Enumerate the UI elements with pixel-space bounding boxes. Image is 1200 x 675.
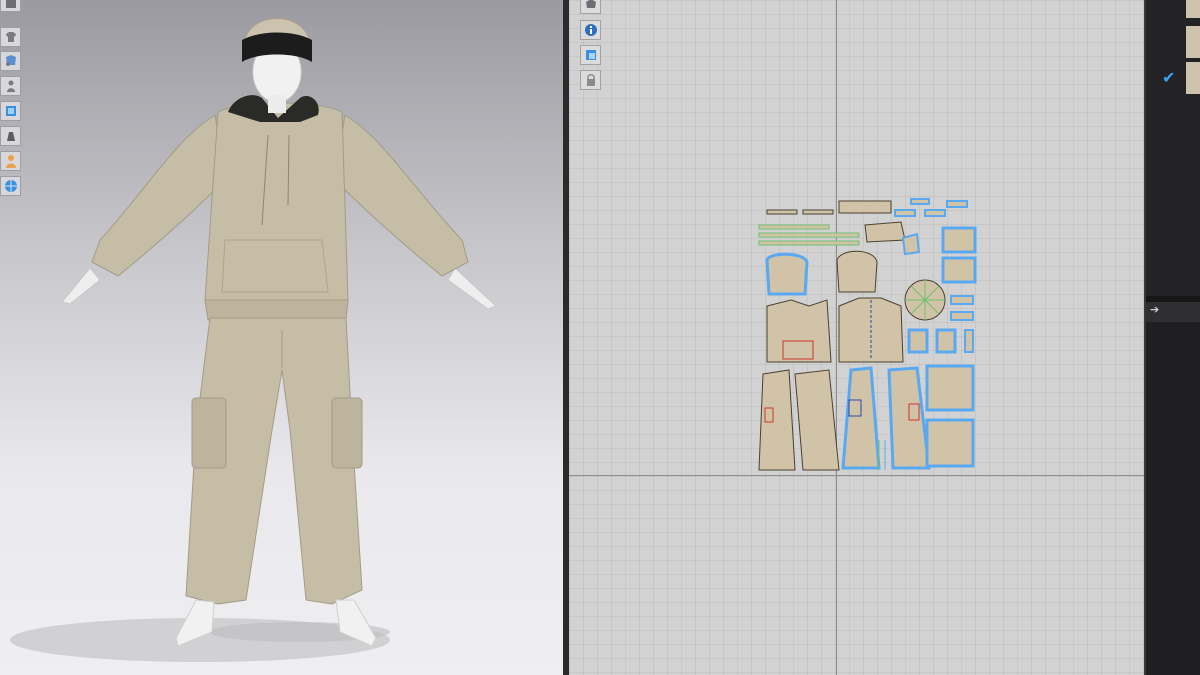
pattern-piece[interactable]	[841, 366, 881, 470]
left-hand	[61, 267, 101, 305]
pattern-piece[interactable]	[950, 295, 974, 305]
2d-pattern-window[interactable]	[569, 0, 1144, 675]
right-sleeve[interactable]	[334, 114, 469, 277]
pattern-piece[interactable]	[901, 232, 921, 256]
pattern-piece[interactable]	[758, 240, 860, 246]
check-icon[interactable]: ✔	[1162, 68, 1175, 87]
texture-display-icon[interactable]	[0, 101, 21, 121]
pattern-piece[interactable]	[758, 369, 796, 471]
pattern-piece[interactable]	[802, 209, 834, 215]
right-hand	[447, 267, 497, 310]
show-garment-icon[interactable]	[0, 27, 21, 47]
pattern-piece[interactable]	[758, 224, 830, 230]
pattern-display-icon[interactable]	[580, 45, 601, 65]
pattern-piece[interactable]	[925, 418, 975, 468]
avatar-display-icon[interactable]	[0, 0, 21, 12]
right-cargo-pocket	[331, 397, 363, 469]
pattern-layout	[758, 198, 977, 471]
fitting-suit-icon[interactable]	[0, 126, 21, 146]
fabric-swatch[interactable]	[1186, 0, 1200, 18]
pattern-piece[interactable]	[935, 328, 957, 354]
left-sleeve[interactable]	[91, 114, 226, 277]
environment-icon[interactable]	[0, 176, 21, 196]
pattern-piece[interactable]	[941, 226, 977, 254]
pattern-piece[interactable]	[925, 364, 975, 412]
object-browser-panel: ✔ ➔	[1144, 0, 1200, 675]
avatar-with-garment[interactable]	[0, 0, 563, 675]
fabric-swatch[interactable]	[1186, 62, 1200, 94]
pattern-piece[interactable]	[838, 200, 892, 214]
show-avatar-icon[interactable]	[0, 76, 21, 96]
pattern-piece[interactable]	[894, 209, 916, 217]
pattern-piece[interactable]	[907, 328, 929, 354]
pattern-piece[interactable]	[794, 369, 840, 471]
pattern-piece[interactable]	[941, 256, 977, 284]
pattern-piece[interactable]	[765, 252, 809, 296]
fabric-swatch[interactable]	[1186, 26, 1200, 58]
show-pattern-icon[interactable]	[0, 51, 21, 71]
info-icon[interactable]	[580, 20, 601, 40]
hoodie-body[interactable]	[204, 102, 349, 317]
left-cargo-pocket	[191, 397, 227, 469]
property-editor-body	[1146, 322, 1200, 675]
skin-display-icon[interactable]	[0, 151, 21, 171]
pattern-piece[interactable]	[910, 198, 930, 205]
pattern-piece[interactable]	[946, 200, 968, 208]
3d-viewport[interactable]	[0, 0, 563, 675]
pattern-piece[interactable]	[758, 232, 860, 238]
pattern-piece[interactable]	[864, 221, 906, 243]
pattern-piece[interactable]	[766, 299, 832, 363]
pattern-piece[interactable]	[766, 209, 798, 215]
pattern-piece[interactable]	[950, 311, 974, 321]
lock-icon[interactable]	[580, 70, 601, 90]
pattern-piece[interactable]	[836, 250, 878, 293]
pattern-piece[interactable]	[964, 329, 974, 353]
expand-arrow-icon[interactable]: ➔	[1150, 303, 1159, 316]
2d-view-mode-icon[interactable]	[580, 0, 601, 14]
pattern-piece[interactable]	[924, 209, 946, 217]
